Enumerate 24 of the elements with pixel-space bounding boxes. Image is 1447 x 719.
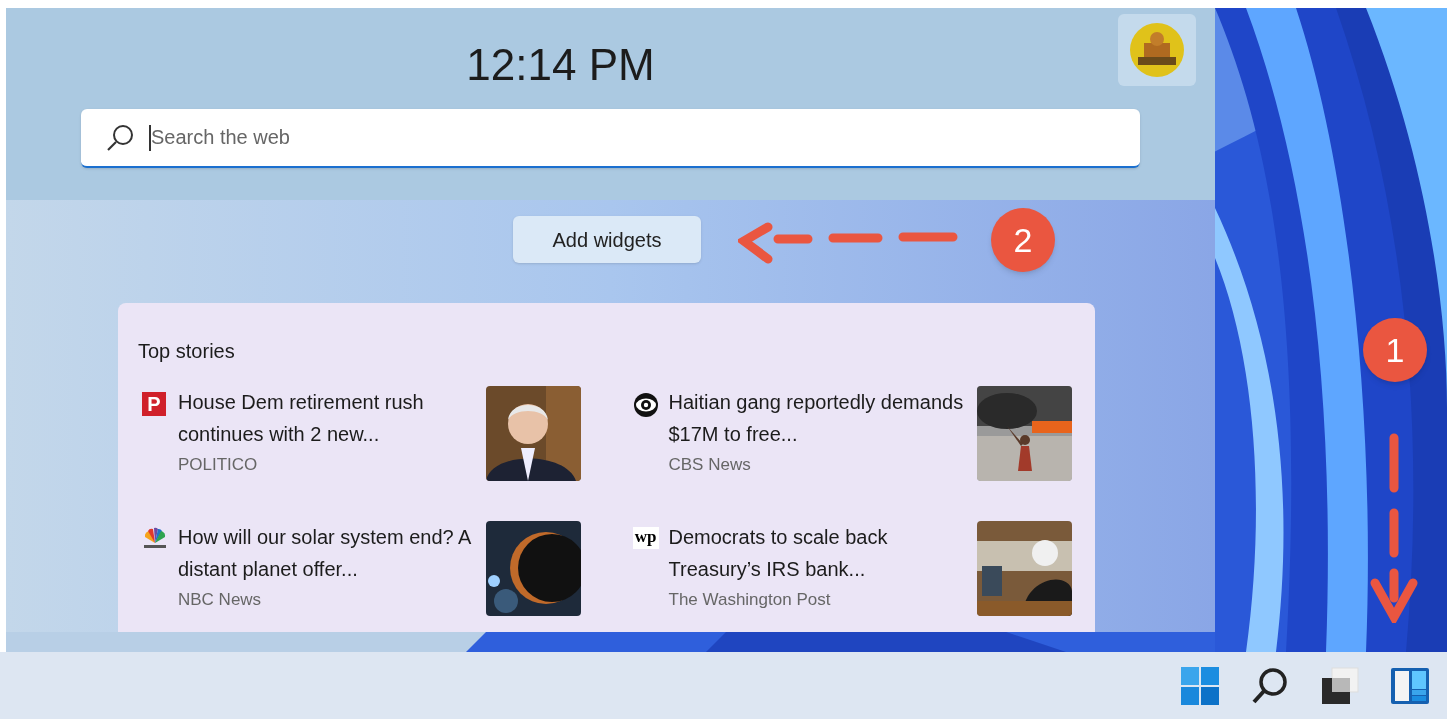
card-title: Top stories bbox=[138, 339, 236, 363]
story-headline[interactable]: How will our solar system end? A distant planet offer... bbox=[178, 521, 478, 585]
story-headline[interactable]: Democrats to scale back Treasury’s IRS bank... bbox=[668, 521, 969, 585]
text-cursor bbox=[149, 125, 151, 151]
widgets-icon[interactable] bbox=[1390, 666, 1430, 705]
source-logo: wp bbox=[632, 527, 659, 549]
profile-button[interactable] bbox=[1118, 14, 1196, 86]
story-headline[interactable]: House Dem retirement rush continues with 2 new... bbox=[178, 386, 478, 450]
task-view-icon[interactable] bbox=[1320, 665, 1360, 706]
peacock-icon bbox=[142, 527, 168, 549]
search-icon[interactable] bbox=[1250, 665, 1290, 706]
story-source: The Washington Post bbox=[668, 589, 832, 611]
search-field[interactable]: Search the web bbox=[81, 109, 1140, 168]
add-widgets-button[interactable]: Add widgets bbox=[513, 216, 701, 263]
start-icon[interactable] bbox=[1180, 665, 1220, 706]
story-source: CBS News bbox=[668, 454, 752, 476]
clock-time: 12:14 PM bbox=[466, 39, 655, 91]
eye-icon bbox=[632, 392, 659, 418]
search-icon bbox=[105, 123, 135, 153]
source-logo: P bbox=[142, 392, 166, 416]
story-source: POLITICO bbox=[178, 454, 259, 476]
avatar bbox=[1130, 23, 1184, 77]
story-source: NBC News bbox=[178, 589, 263, 611]
story-headline[interactable]: Haitian gang reportedly demands $17M to free... bbox=[668, 386, 969, 450]
